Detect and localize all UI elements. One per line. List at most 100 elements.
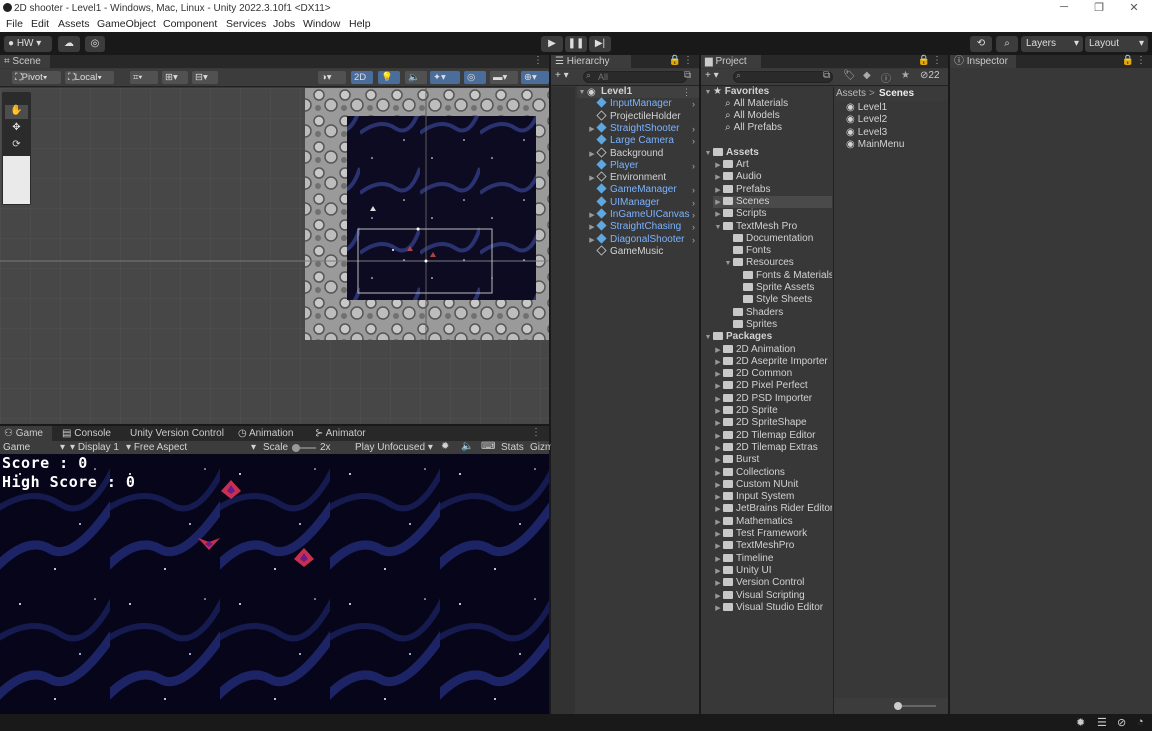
info-icon[interactable]: ⓘ: [881, 70, 891, 85]
project-create-button[interactable]: + ▾: [705, 70, 719, 81]
hierarchy-item[interactable]: ▶ InGameUICanvas ›: [587, 208, 699, 222]
expand-arrow-icon[interactable]: ▶: [713, 394, 723, 405]
expand-arrow-icon[interactable]: ▶: [713, 418, 723, 429]
expand-arrow-icon[interactable]: ▶: [713, 566, 723, 577]
prefab-open-arrow-icon[interactable]: ›: [692, 184, 695, 196]
asset-folder[interactable]: ▼ Resources: [723, 257, 832, 269]
expand-arrow-icon[interactable]: ▼: [713, 222, 723, 233]
expand-arrow-icon[interactable]: ▶: [713, 381, 723, 392]
hierarchy-search-input[interactable]: [583, 71, 687, 83]
camera-dropdown-icon[interactable]: ▬▾: [490, 71, 518, 84]
play-mode-dropdown[interactable]: Play Unfocused ▾: [355, 442, 433, 453]
hierarchy-item[interactable]: InputManager ›: [587, 97, 699, 110]
expand-arrow-icon[interactable]: ▶: [713, 406, 723, 417]
menu-assets[interactable]: Assets: [58, 18, 90, 30]
cloud-icon[interactable]: ☁: [58, 36, 80, 52]
menu-help[interactable]: Help: [349, 18, 371, 30]
snap-increment-button[interactable]: ⊞▾: [162, 71, 188, 84]
expand-arrow-icon[interactable]: ▶: [713, 578, 723, 589]
package-folder[interactable]: ▶ Unity UI: [713, 565, 832, 577]
scene-file[interactable]: ◉ Level3: [846, 127, 887, 139]
hierarchy-item[interactable]: Large Camera ›: [587, 134, 699, 147]
expand-arrow-icon[interactable]: ▶: [587, 210, 597, 222]
expand-arrow-icon[interactable]: ▶: [713, 541, 723, 552]
mode-2d-toggle[interactable]: 2D: [351, 71, 373, 84]
rotate-tool-icon[interactable]: ⟳: [5, 139, 28, 153]
hierarchy-item[interactable]: ▶ StraightShooter ›: [587, 122, 699, 135]
menu-gameobject[interactable]: GameObject: [97, 18, 156, 30]
project-menu-icon[interactable]: ⋮: [932, 55, 942, 66]
expand-arrow-icon[interactable]: ▼: [723, 258, 733, 269]
package-folder[interactable]: ▶ 2D Sprite: [713, 405, 832, 417]
restore-icon[interactable]: ❐: [1089, 1, 1109, 14]
lighting-toggle-icon[interactable]: 💡: [378, 71, 400, 84]
prefab-open-arrow-icon[interactable]: ›: [692, 160, 695, 172]
package-folder[interactable]: ▶ Mathematics: [713, 516, 832, 528]
package-folder[interactable]: ▶ Burst: [713, 454, 832, 466]
scene-file[interactable]: ◉ MainMenu: [846, 139, 904, 151]
package-folder[interactable]: ▶ 2D Animation: [713, 344, 832, 356]
tab-scene[interactable]: ⌗ Scene: [0, 55, 50, 68]
grid-snap-button[interactable]: ⌗▾: [130, 71, 158, 84]
tag-icon[interactable]: ◆: [863, 70, 871, 81]
breadcrumb-assets[interactable]: Assets: [836, 88, 866, 99]
package-folder[interactable]: ▶ JetBrains Rider Editor: [713, 503, 832, 515]
expand-arrow-icon[interactable]: ▼: [577, 87, 587, 99]
expand-arrow-icon[interactable]: ▶: [587, 149, 597, 161]
expand-arrow-icon[interactable]: ▶: [713, 455, 723, 466]
shortcuts-icon[interactable]: ⌨: [481, 441, 495, 452]
search-by-type-icon[interactable]: ⧉: [823, 70, 830, 81]
package-folder[interactable]: ▶ Test Framework: [713, 528, 832, 540]
asset-folder[interactable]: Fonts & Materials: [733, 270, 832, 282]
asset-folder[interactable]: Shaders: [723, 307, 832, 319]
tab-hierarchy[interactable]: ☰ Hierarchy: [551, 55, 631, 68]
hierarchy-menu-icon[interactable]: ⋮: [683, 55, 693, 66]
move-tool-icon[interactable]: ✥: [5, 122, 28, 136]
hierarchy-scene-root[interactable]: ▼ ◉ Level1 ⋮: [577, 86, 699, 98]
collab-icon[interactable]: ◎: [85, 36, 105, 52]
aspect-dropdown[interactable]: ▾ Free Aspect ▾: [126, 442, 256, 453]
favorite-item[interactable]: ⌕ All Materials: [725, 98, 832, 110]
asset-folder[interactable]: Fonts: [723, 245, 832, 257]
game-view-dropdown[interactable]: Game ▾: [3, 442, 65, 453]
expand-arrow-icon[interactable]: ▶: [713, 504, 723, 515]
assets-folder[interactable]: ▼ Assets: [703, 147, 832, 159]
gizmos-button[interactable]: Gizm: [530, 442, 553, 453]
expand-arrow-icon[interactable]: ▶: [713, 480, 723, 491]
expand-arrow-icon[interactable]: ▶: [713, 517, 723, 528]
menu-services[interactable]: Services: [226, 18, 266, 30]
expand-arrow-icon[interactable]: ▼: [703, 148, 713, 159]
asset-folder[interactable]: Sprite Assets: [733, 282, 832, 294]
hierarchy-item[interactable]: ▶ Background: [587, 146, 699, 161]
breadcrumb-scenes[interactable]: Scenes: [879, 88, 914, 99]
scene-file[interactable]: ◉ Level1: [846, 102, 887, 114]
scale-slider-handle[interactable]: [292, 444, 300, 452]
prefab-open-arrow-icon[interactable]: ›: [692, 209, 695, 221]
scene-menu-icon[interactable]: ⋮: [533, 55, 543, 66]
create-button[interactable]: + ▾: [555, 70, 569, 81]
hierarchy-item[interactable]: ▶ DiagonalShooter ›: [587, 233, 699, 246]
expand-arrow-icon[interactable]: ▶: [713, 197, 723, 208]
menu-window[interactable]: Window: [303, 18, 340, 30]
expand-arrow-icon[interactable]: ▼: [703, 332, 713, 343]
minimize-icon[interactable]: ─: [1054, 1, 1074, 13]
draw-mode-button[interactable]: ◑▾: [318, 71, 346, 84]
tab-console[interactable]: ▤ Console: [58, 426, 115, 441]
prefab-open-arrow-icon[interactable]: ›: [692, 123, 695, 135]
favorite-item[interactable]: ⌕ All Prefabs: [725, 122, 832, 134]
layers-dropdown[interactable]: Layers ▾: [1021, 36, 1083, 52]
scene-file[interactable]: ◉ Level2: [846, 114, 887, 126]
hand-tool-icon[interactable]: ✋: [5, 105, 28, 119]
hierarchy-item[interactable]: GameMusic: [587, 245, 699, 258]
close-icon[interactable]: ✕: [1124, 1, 1144, 14]
asset-folder[interactable]: ▶ Scripts: [713, 208, 832, 220]
packages-folder[interactable]: ▼ Packages: [703, 331, 832, 343]
prefab-open-arrow-icon[interactable]: ›: [692, 98, 695, 110]
asset-folder[interactable]: ▼ TextMesh Pro: [713, 221, 832, 233]
package-folder[interactable]: ▶ 2D Aseprite Importer: [713, 356, 832, 368]
expand-arrow-icon[interactable]: ▶: [713, 369, 723, 380]
align-button[interactable]: ⊟▾: [192, 71, 218, 84]
expand-arrow-icon[interactable]: ▶: [713, 443, 723, 454]
expand-arrow-icon[interactable]: ▶: [713, 160, 723, 171]
game-menu-icon[interactable]: ⋮: [531, 427, 541, 438]
